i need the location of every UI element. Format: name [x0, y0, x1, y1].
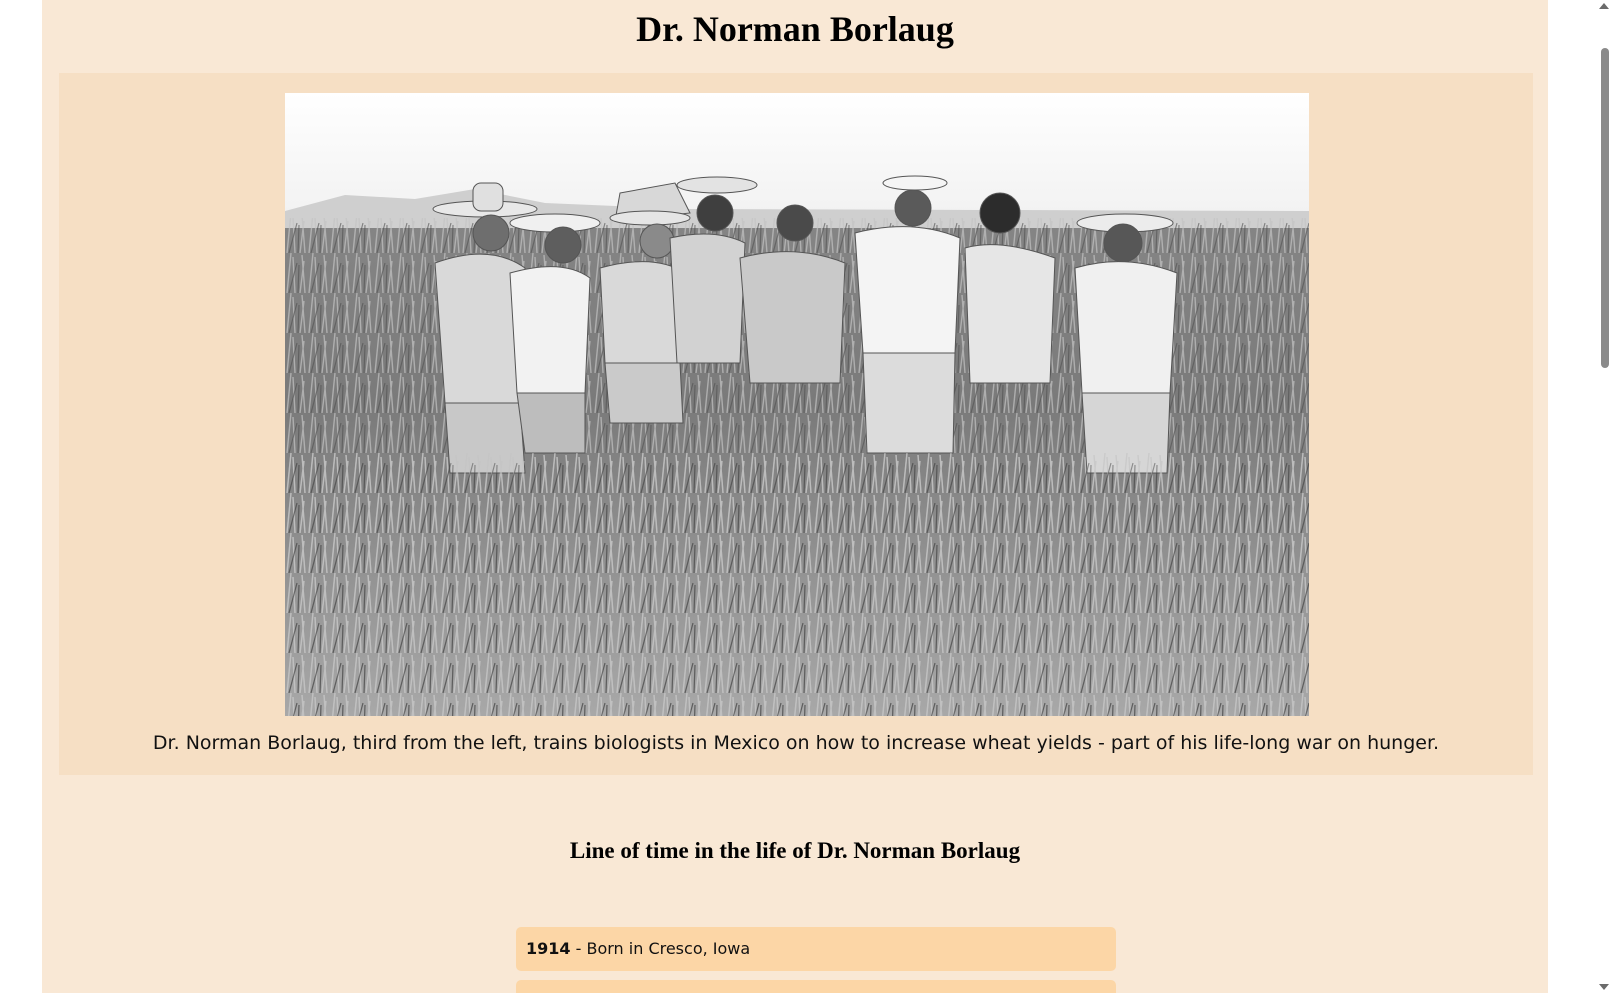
scroll-up-icon[interactable] [1599, 3, 1609, 9]
timeline-text: - Born in Cresco, Iowa [570, 939, 751, 958]
page-title: Dr. Norman Borlaug [636, 9, 954, 49]
timeline-item: 1914 - Born in Cresco, Iowa [516, 927, 1116, 971]
timeline-item [516, 980, 1116, 993]
page-container: Dr. Norman Borlaug Dr. Norman Borlaug, t… [42, 0, 1548, 993]
photo-figure: Dr. Norman Borlaug, third from the left,… [59, 73, 1533, 775]
vertical-scrollbar[interactable] [1596, 0, 1612, 993]
timeline-year: 1914 [526, 939, 571, 958]
timeline-heading: Line of time in the life of Dr. Norman B… [569, 838, 1021, 863]
borlaug-photo [285, 93, 1309, 716]
scroll-down-icon[interactable] [1599, 984, 1609, 990]
scrollbar-thumb[interactable] [1601, 48, 1609, 368]
photo-caption: Dr. Norman Borlaug, third from the left,… [152, 732, 1440, 754]
